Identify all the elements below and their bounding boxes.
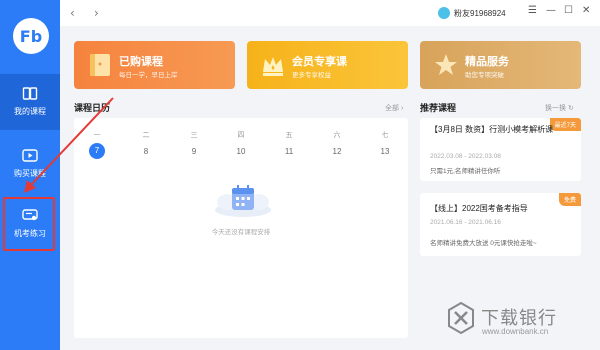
watermark-logo bbox=[448, 301, 474, 335]
course-tag-badge: 免费 bbox=[558, 193, 581, 206]
banner-subtitle: 助您专项突破 bbox=[465, 72, 504, 79]
weekday-label: 三 bbox=[190, 132, 198, 139]
crown-icon bbox=[263, 57, 283, 76]
banner-premium-services[interactable]: 精品服务 助您专项突破 bbox=[420, 41, 581, 89]
weekday-label: 二 bbox=[142, 132, 150, 139]
see-all-link[interactable]: 全部 › bbox=[385, 103, 403, 113]
course-description: 只需1元,名师精讲任你听 bbox=[430, 168, 501, 175]
banner-subtitle: 每日一学，早日上岸 bbox=[119, 72, 178, 79]
date-cell[interactable]: 12 bbox=[327, 147, 347, 156]
weekday-label: 六 bbox=[333, 132, 341, 139]
date-cell[interactable]: 13 bbox=[375, 147, 395, 156]
close-icon[interactable]: ✕ bbox=[582, 5, 590, 16]
sidebar-item-label: 购买课程 bbox=[14, 169, 46, 178]
avatar[interactable] bbox=[438, 7, 450, 19]
sidebar-item-label: 我的课程 bbox=[14, 107, 46, 116]
weekday-label: 四 bbox=[237, 132, 245, 139]
sidebar-item-buy-courses[interactable]: 购买课程 bbox=[0, 136, 60, 192]
banner-title: 会员专享课 bbox=[292, 56, 347, 68]
date-cell[interactable]: 10 bbox=[231, 147, 251, 156]
weekday-row: 一 二 三 四 五 六 七 bbox=[74, 130, 408, 142]
recommend-section-title: 推荐课程 bbox=[420, 103, 457, 113]
video-play-icon bbox=[22, 149, 38, 162]
book-icon bbox=[90, 54, 110, 76]
date-cell[interactable]: 9 bbox=[184, 147, 204, 156]
username[interactable]: 粉友91968924 bbox=[454, 8, 506, 19]
calendar-panel: 一 二 三 四 五 六 七 7 8 9 10 11 12 13 今天还没有课程安… bbox=[74, 118, 408, 338]
empty-state-text: 今天还没有课程安排 bbox=[211, 229, 271, 236]
course-date: 2022.03.08 - 2022.03.08 bbox=[430, 153, 501, 160]
menu-icon[interactable]: ☰ bbox=[528, 5, 537, 16]
recommend-course-card[interactable]: 免费 【线上】2022国考备考指导 2021.06.16 - 2021.06.1… bbox=[420, 193, 581, 256]
maximize-icon[interactable]: ☐ bbox=[564, 5, 573, 16]
banner-subtitle: 更多专享权益 bbox=[292, 72, 331, 79]
minimize-icon[interactable]: — bbox=[546, 5, 556, 16]
weekday-label: 七 bbox=[381, 132, 389, 139]
date-cell[interactable]: 8 bbox=[136, 147, 156, 156]
book-open-icon bbox=[22, 87, 38, 100]
app-logo: Fb bbox=[13, 18, 49, 54]
course-title: 【线上】2022国考备考指导 bbox=[430, 204, 528, 213]
calendar-section-title: 课程日历 bbox=[74, 103, 111, 113]
date-cell[interactable]: 11 bbox=[279, 147, 299, 156]
forward-arrow-icon[interactable]: › bbox=[94, 6, 99, 20]
date-cell-today[interactable]: 7 bbox=[89, 143, 105, 159]
recommend-course-card[interactable]: 最近7天 【3月8日 数资】行测小模考解析课 2022.03.08 - 2022… bbox=[420, 118, 581, 181]
refresh-button[interactable]: 换一换 ↻ bbox=[545, 103, 574, 113]
weekday-label: 五 bbox=[285, 132, 293, 139]
empty-calendar-icon bbox=[215, 185, 271, 217]
annotation-highlight-box bbox=[3, 197, 55, 251]
weekday-label: 一 bbox=[93, 132, 101, 139]
watermark-url: www.downbank.cn bbox=[482, 327, 549, 336]
course-description: 名师精讲免费大放送 0元课快抢走啦~ bbox=[430, 240, 537, 247]
banner-purchased-courses[interactable]: 已购课程 每日一学，早日上岸 bbox=[74, 41, 235, 89]
back-arrow-icon[interactable]: ‹ bbox=[70, 6, 75, 20]
sidebar: Fb 我的课程 购买课程 机考练习 bbox=[0, 0, 60, 350]
date-row: 7 8 9 10 11 12 13 bbox=[74, 143, 408, 161]
title-bar: ‹ › 粉友91968924 ☰ — ☐ ✕ bbox=[60, 0, 600, 26]
banner-vip-courses[interactable]: 会员专享课 更多专享权益 bbox=[247, 41, 408, 89]
star-icon bbox=[435, 54, 457, 75]
course-title: 【3月8日 数资】行测小模考解析课 bbox=[430, 125, 554, 134]
banner-title: 精品服务 bbox=[465, 56, 509, 68]
course-date: 2021.06.16 - 2021.06.16 bbox=[430, 219, 501, 226]
banner-title: 已购课程 bbox=[119, 56, 163, 68]
sidebar-item-my-courses[interactable]: 我的课程 bbox=[0, 74, 60, 130]
